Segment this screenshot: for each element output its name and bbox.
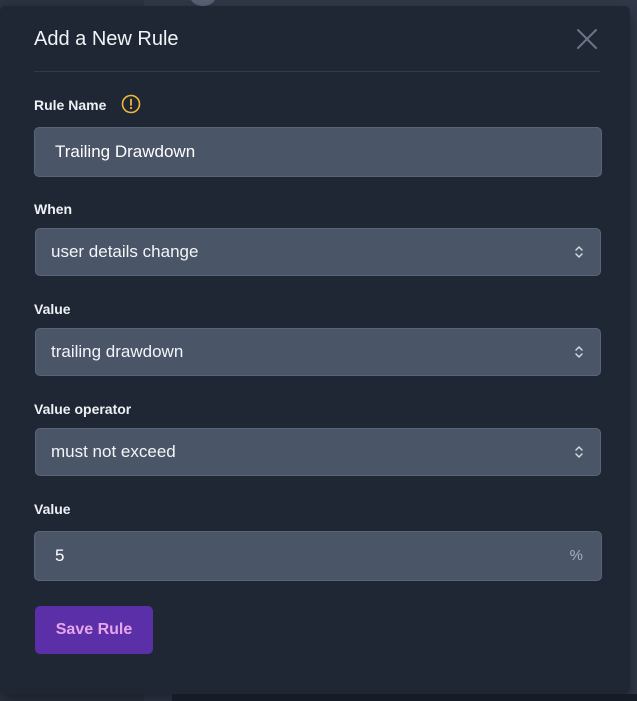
when-selected-value: user details change bbox=[51, 242, 199, 261]
modal-header: Add a New Rule bbox=[34, 6, 600, 72]
percent-suffix: % bbox=[569, 547, 583, 564]
amount-input[interactable] bbox=[35, 532, 601, 580]
when-label: When bbox=[34, 201, 73, 217]
rule-name-input[interactable] bbox=[35, 128, 601, 176]
warning-circle-icon[interactable] bbox=[121, 94, 141, 114]
value-operator-selected-value: must not exceed bbox=[51, 442, 176, 461]
chevron-up-down-icon bbox=[575, 246, 583, 258]
save-rule-button[interactable]: Save Rule bbox=[35, 606, 153, 654]
value-selected-value: trailing drawdown bbox=[51, 342, 184, 361]
rule-name-field-container bbox=[34, 127, 602, 177]
chevron-up-down-icon bbox=[575, 446, 583, 458]
amount-label: Value bbox=[34, 501, 71, 517]
value-select[interactable]: trailing drawdown bbox=[35, 328, 601, 376]
value-operator-label: Value operator bbox=[34, 401, 132, 417]
value-label: Value bbox=[34, 301, 71, 317]
background-footer-edge bbox=[172, 694, 637, 701]
rule-name-label: Rule Name bbox=[34, 97, 107, 113]
close-button[interactable] bbox=[574, 26, 600, 52]
close-icon bbox=[577, 29, 597, 49]
when-select[interactable]: user details change bbox=[35, 228, 601, 276]
chevron-up-down-icon bbox=[575, 346, 583, 358]
amount-field-container: % bbox=[34, 531, 602, 581]
value-operator-select[interactable]: must not exceed bbox=[35, 428, 601, 476]
modal-title: Add a New Rule bbox=[34, 28, 179, 50]
